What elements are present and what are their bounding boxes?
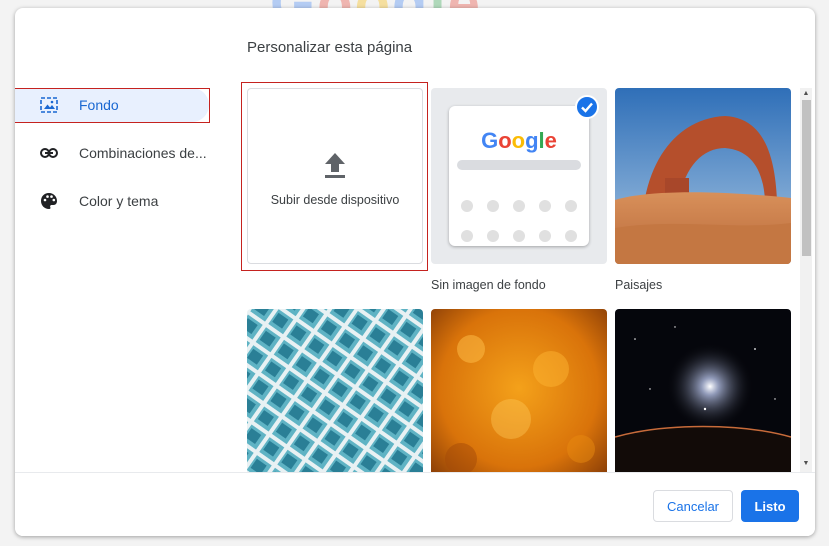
- landscapes-label: Paisajes: [615, 278, 663, 292]
- landscape-image: [615, 88, 791, 264]
- sidebar-item-label: Color y tema: [79, 193, 159, 209]
- shortcut-dot: [513, 200, 525, 212]
- upload-icon: [325, 153, 345, 178]
- dialog-footer: Cancelar Listo: [15, 472, 815, 536]
- selected-check-icon: [575, 95, 599, 119]
- no-background-label: Sin imagen de fondo: [431, 278, 546, 292]
- cancel-button[interactable]: Cancelar: [653, 490, 733, 522]
- sidebar-nav: Fondo Combinaciones de... Color y tema: [15, 88, 215, 232]
- sidebar-item-fondo[interactable]: Fondo: [15, 88, 210, 123]
- shortcut-dot: [565, 230, 577, 242]
- scroll-down-arrow[interactable]: ▼: [800, 458, 812, 470]
- texture-tile[interactable]: [431, 309, 607, 472]
- scrollbar-thumb[interactable]: [802, 100, 811, 256]
- shortcut-dot: [539, 230, 551, 242]
- shortcut-dot: [487, 200, 499, 212]
- architecture-image: [247, 309, 423, 472]
- scroll-up-arrow[interactable]: ▲: [800, 88, 812, 100]
- done-button[interactable]: Listo: [741, 490, 799, 522]
- sidebar-item-label: Fondo: [79, 97, 119, 113]
- link-icon: [40, 148, 58, 158]
- landscapes-tile[interactable]: [615, 88, 791, 264]
- shortcut-dot: [539, 200, 551, 212]
- space-image: [615, 309, 791, 472]
- shortcut-dot: [461, 200, 473, 212]
- shortcut-dot: [487, 230, 499, 242]
- space-tile[interactable]: [615, 309, 791, 472]
- wallpaper-icon: [40, 97, 58, 113]
- sidebar-item-label: Combinaciones de...: [79, 145, 207, 161]
- upload-from-device-tile[interactable]: Subir desde dispositivo: [247, 88, 423, 264]
- search-bar-placeholder: [457, 160, 581, 170]
- shortcut-dot: [513, 230, 525, 242]
- architecture-tile[interactable]: [247, 309, 423, 472]
- customize-dialog: Personalizar esta página Fondo Combinaci…: [15, 8, 815, 536]
- dialog-title: Personalizar esta página: [247, 39, 413, 56]
- google-preview-card: Google: [449, 106, 589, 246]
- google-logo: Google: [481, 128, 557, 153]
- shortcut-dot: [461, 230, 473, 242]
- texture-image: [431, 309, 607, 472]
- upload-tile-label: Subir desde dispositivo: [270, 193, 400, 207]
- shortcut-dot: [565, 200, 577, 212]
- background-grid: Subir desde dispositivo Google Sin image…: [247, 88, 795, 472]
- sidebar-item-shortcuts[interactable]: Combinaciones de...: [15, 136, 215, 170]
- palette-icon: [41, 193, 57, 209]
- sidebar-item-color-theme[interactable]: Color y tema: [15, 184, 215, 218]
- no-background-tile[interactable]: Google: [431, 88, 607, 264]
